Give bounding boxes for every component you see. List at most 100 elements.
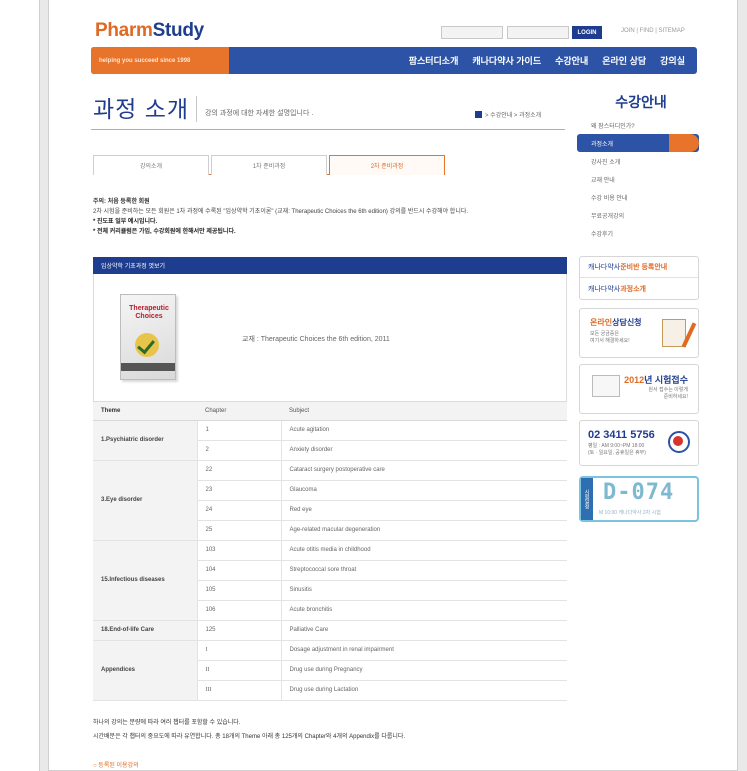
theme-cell: Appendices — [93, 640, 198, 701]
title-divider — [196, 96, 197, 122]
subject-cell: Dosage adjustment in renal impairment — [281, 640, 567, 661]
nav-item-about[interactable]: 팜스터디소개 — [409, 54, 459, 67]
main-nav: 팜스터디소개 캐나다약사 가이드 수강안내 온라인 상담 강의실 — [409, 47, 685, 74]
subject-cell: Drug use during Lactation — [281, 680, 567, 701]
sidebar-item-courses[interactable]: 과정소개 — [577, 134, 699, 152]
phone-sub1: 평일 : AM 9:00~PM 18:00 — [588, 443, 645, 449]
table-row: Appendices I Dosage adjustment in renal … — [93, 640, 567, 701]
link1-em: 캐나다약사 — [588, 264, 621, 271]
nav-tagline: helping you succeed since 1998 — [91, 47, 229, 74]
sidebar-item-reviews[interactable]: 수강후기 — [577, 224, 699, 242]
logo-part1: Pharm — [95, 20, 153, 41]
consult-blue: 상담신청 — [612, 318, 642, 327]
theme-cell: 15.Infectious diseases — [93, 540, 198, 621]
exam-title: 2012년 시험접수 — [624, 373, 688, 386]
course-intro-link[interactable]: 캐나다약사 과정소개 — [580, 278, 698, 299]
textbook-cover-image: Therapeutic Choices — [120, 294, 176, 380]
exam-registration-banner[interactable]: 2012년 시험접수 원서 접수는 이렇게 준비하세요! — [579, 364, 699, 414]
nav-item-enrollment[interactable]: 수강안내 — [555, 54, 588, 67]
phone-sub2: (토 · 일요일, 공휴일은 휴무) — [588, 450, 646, 456]
logo[interactable]: PharmStudy — [95, 20, 204, 42]
sidebar-title: 수강안내 — [615, 94, 667, 110]
textbook-info: 교재 : Therapeutic Choices the 6th edition… — [242, 336, 390, 343]
notice-title: 주의: 처음 등록한 회원 — [93, 199, 150, 205]
notice-note1: * 진도표 일부 예시입니다. — [93, 219, 158, 225]
sidebar-item-fees[interactable]: 수강 비용 안내 — [577, 188, 699, 206]
consult-sub1: 모든 궁금증은 — [590, 331, 619, 337]
password-input[interactable] — [507, 26, 569, 39]
chapter-cell: 103 — [197, 540, 282, 561]
exam-subtitle: 원서 접수는 이렇게 준비하세요! — [648, 387, 688, 401]
consult-subtitle: 모든 궁금증은 여기서 해결하세요! — [590, 331, 630, 345]
theme-cell: 18.End-of-life Care — [93, 620, 198, 641]
sidebar-item-textbooks[interactable]: 교재 안내 — [577, 170, 699, 188]
link2-norm: 캐나다약사 — [588, 285, 621, 293]
course-header: 임상약학 기초과정 엿보기 — [93, 257, 567, 274]
subject-cell: Streptococcal sore throat — [281, 560, 567, 581]
subject-cell: Acute bronchitis — [281, 600, 567, 621]
phone-contact-banner: 02 3411 5756 평일 : AM 9:00~PM 18:00 (토 · 일… — [579, 420, 699, 466]
phone-hours: 평일 : AM 9:00~PM 18:00 (토 · 일요일, 공휴일은 휴무) — [588, 443, 646, 457]
chapter-cell: III — [197, 680, 282, 701]
tab-second-prep[interactable]: 2차 준비과정 — [329, 155, 445, 175]
exam-year: 2012 — [624, 375, 645, 385]
footnote-line1: 하나의 강의는 분량에 따라 여러 챕터를 포함할 수 있습니다. — [93, 720, 241, 726]
consult-orange: 온라인 — [590, 318, 613, 327]
dday-count: D-074 — [603, 480, 675, 505]
theme-cell: 3.Eye disorder — [93, 460, 198, 541]
table-row: 3.Eye disorder 22 Cataract surgery posto… — [93, 460, 567, 541]
chapter-cell: 2 — [197, 440, 282, 461]
header-subject: Subject — [281, 402, 567, 421]
footnote: 하나의 강의는 분량에 따라 여러 챕터를 포함할 수 있습니다. 시간배분은 … — [93, 716, 573, 744]
chapter-cell: 24 — [197, 500, 282, 521]
dday-subtitle: M 10:00 캐나다약사 2차 시험 — [599, 510, 661, 516]
nav-item-guide[interactable]: 캐나다약사 가이드 — [472, 54, 541, 67]
footnote-line2: 시간배분은 각 챕터의 중요도에 따라 유연합니다. 총 18개의 Theme … — [93, 734, 406, 740]
phone-icon — [668, 431, 690, 453]
subject-cell: Drug use during Pregnancy — [281, 660, 567, 681]
consult-title: 온라인상담신청 — [590, 317, 642, 328]
more-link-label: 등록된 이용강의 — [98, 763, 139, 769]
id-input[interactable] — [441, 26, 503, 39]
login-form — [441, 26, 569, 39]
dday-tab: 시험일정 — [581, 478, 593, 520]
nav-item-classroom[interactable]: 강의실 — [660, 54, 685, 67]
home-icon[interactable] — [475, 111, 482, 118]
sidebar-links-box: 캐나다약사 준비반 등록안내 캐나다약사 과정소개 — [579, 256, 699, 300]
table-header-row: Theme Chapter Subject — [93, 402, 567, 421]
chapter-cell: 23 — [197, 480, 282, 501]
sidebar-menu: 왜 팜스터디인가? 과정소개 강사진 소개 교재 안내 수강 비용 안내 무료공… — [577, 116, 699, 242]
sidebar-item-instructors[interactable]: 강사진 소개 — [577, 152, 699, 170]
notice-note2: * 전체 커리큘럼은 가입, 수강회원에 한해서만 제공됩니다. — [93, 229, 236, 235]
chapter-cell: II — [197, 660, 282, 681]
subject-cell: Anxiety disorder — [281, 440, 567, 461]
logo-part2: Study — [152, 20, 205, 41]
table-row: 1.Psychiatric disorder 1 Acute agitation — [93, 420, 567, 461]
nav-item-consult[interactable]: 온라인 상담 — [602, 54, 646, 67]
tab-first-prep[interactable]: 1차 준비과정 — [211, 155, 327, 175]
login-button[interactable]: LOGIN — [572, 26, 602, 39]
notepad-icon — [662, 319, 686, 347]
chapter-cell: 25 — [197, 520, 282, 541]
sidebar-item-free-lectures[interactable]: 무료공개강의 — [577, 206, 699, 224]
sidebar-item-why[interactable]: 왜 팜스터디인가? — [577, 116, 699, 134]
table-row: 15.Infectious diseases 103 Acute otitis … — [93, 540, 567, 621]
page-title: 과정 소개 — [93, 96, 190, 122]
tab-intro[interactable]: 강의소개 — [93, 155, 209, 175]
chapter-cell: 104 — [197, 560, 282, 581]
link1-rest: 준비반 등록안내 — [620, 264, 668, 271]
subject-cell: Acute otitis media in childhood — [281, 540, 567, 561]
registered-lectures-link[interactable]: ○ 등록된 이용강의 — [93, 760, 139, 769]
notice-body: 2차 시험을 준비하는 모든 회원은 1차 과정에 수록된 "임상약학 기초이론… — [93, 209, 469, 215]
subject-cell: Sinusitis — [281, 580, 567, 601]
registration-info-link[interactable]: 캐나다약사 준비반 등록안내 — [580, 257, 698, 278]
screenshot: PharmStudy LOGIN JOIN | FIND | SITEMAP h… — [0, 0, 747, 771]
util-links[interactable]: JOIN | FIND | SITEMAP — [621, 28, 685, 34]
theme-cell: 1.Psychiatric disorder — [93, 420, 198, 461]
link2-em: 과정소개 — [620, 285, 646, 293]
breadcrumb-path[interactable]: > 수강안내 > 과정소개 — [485, 110, 541, 119]
online-consult-banner[interactable]: 온라인상담신청 모든 궁금증은 여기서 해결하세요! — [579, 308, 699, 358]
chapter-cell: I — [197, 640, 282, 661]
course-box: Therapeutic Choices 교재 : Therapeutic Cho… — [93, 274, 567, 402]
syllabus-table: Theme Chapter Subject 1.Psychiatric diso… — [93, 402, 567, 701]
